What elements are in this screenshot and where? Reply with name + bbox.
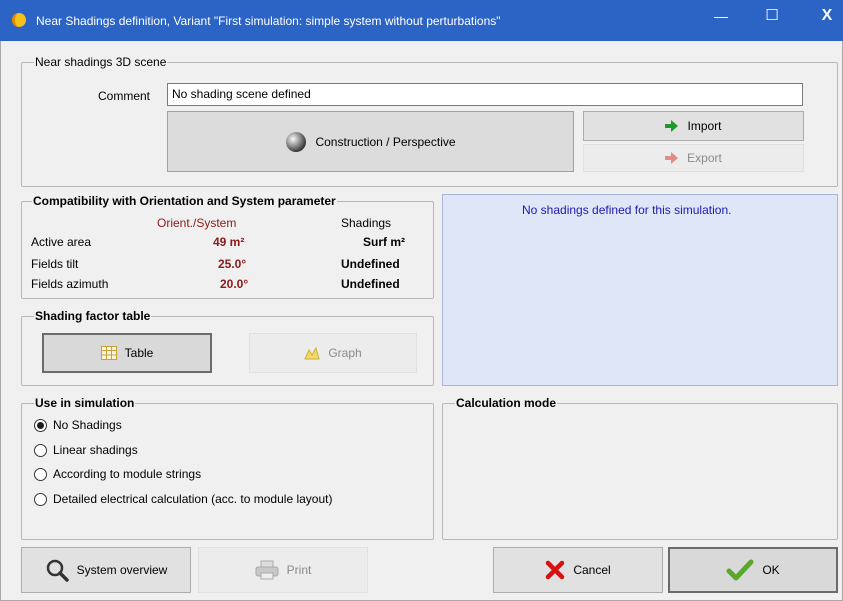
minimize-button[interactable]: — bbox=[704, 8, 738, 32]
dialog-body: Near shadings 3D scene Comment No shadin… bbox=[0, 41, 843, 601]
row-shadings-value: Undefined bbox=[341, 277, 400, 291]
compat-group: Compatibility with Orientation and Syste… bbox=[21, 194, 434, 299]
radio-module-strings[interactable]: According to module strings bbox=[34, 467, 201, 481]
radio-label: No Shadings bbox=[53, 418, 122, 432]
print-button[interactable]: Print bbox=[198, 547, 368, 593]
radio-label: Detailed electrical calculation (acc. to… bbox=[53, 492, 333, 506]
red-x-icon bbox=[546, 560, 565, 580]
radio-dot[interactable] bbox=[34, 418, 47, 432]
info-message: No shadings defined for this simulation. bbox=[522, 203, 732, 217]
radio-no-shadings[interactable]: No Shadings bbox=[34, 418, 122, 432]
col-orient-header: Orient./System bbox=[157, 216, 237, 230]
comment-input[interactable]: No shading scene defined bbox=[167, 83, 803, 106]
system-overview-label: System overview bbox=[76, 563, 168, 577]
graph-icon bbox=[304, 346, 320, 360]
calc-legend: Calculation mode bbox=[455, 396, 558, 410]
cancel-label: Cancel bbox=[573, 563, 611, 577]
export-label: Export bbox=[687, 151, 722, 165]
row-label: Active area bbox=[31, 235, 92, 249]
table-button[interactable]: Table bbox=[42, 333, 212, 373]
import-arrow-icon bbox=[665, 120, 679, 132]
construction-perspective-button[interactable]: Construction / Perspective bbox=[167, 111, 574, 172]
title-bar: Near Shadings definition, Variant "First… bbox=[0, 0, 843, 41]
row-shadings-value: Surf m² bbox=[363, 235, 405, 249]
sft-legend: Shading factor table bbox=[34, 309, 152, 323]
print-label: Print bbox=[286, 563, 312, 577]
row-orient-value: 25.0° bbox=[218, 257, 247, 271]
ok-label: OK bbox=[762, 563, 780, 577]
radio-dot[interactable] bbox=[34, 492, 47, 506]
import-label: Import bbox=[687, 119, 722, 133]
radio-label: According to module strings bbox=[53, 467, 202, 481]
graph-button[interactable]: Graph bbox=[249, 333, 417, 373]
calculation-mode-group: Calculation mode bbox=[442, 396, 838, 540]
col-shadings-header: Shadings bbox=[341, 216, 392, 230]
comment-label: Comment bbox=[98, 89, 151, 103]
radio-dot[interactable] bbox=[34, 443, 47, 457]
radio-linear-shadings[interactable]: Linear shadings bbox=[34, 443, 138, 457]
sphere-icon bbox=[286, 131, 307, 152]
export-arrow-icon bbox=[665, 152, 679, 164]
row-label: Fields azimuth bbox=[31, 277, 109, 291]
cancel-button[interactable]: Cancel bbox=[493, 547, 663, 593]
system-overview-button[interactable]: System overview bbox=[21, 547, 191, 593]
close-button[interactable]: X bbox=[810, 7, 843, 31]
radio-dot[interactable] bbox=[34, 467, 47, 481]
green-check-icon bbox=[726, 559, 754, 581]
app-sun-icon bbox=[12, 13, 26, 27]
use-in-simulation-group: Use in simulation No Shadings Linear sha… bbox=[21, 396, 434, 540]
sft-group: Shading factor table Table Graph bbox=[21, 309, 434, 386]
radio-detailed-electrical[interactable]: Detailed electrical calculation (acc. to… bbox=[34, 492, 332, 506]
printer-icon bbox=[255, 560, 279, 580]
maximize-button[interactable]: ☐ bbox=[755, 6, 789, 30]
table-label: Table bbox=[124, 346, 154, 360]
magnifier-icon bbox=[46, 559, 69, 582]
construction-label: Construction / Perspective bbox=[315, 134, 456, 149]
table-grid-icon bbox=[100, 346, 117, 360]
window-title: Near Shadings definition, Variant "First… bbox=[36, 14, 501, 28]
row-shadings-value: Undefined bbox=[341, 257, 400, 271]
graph-label: Graph bbox=[328, 346, 362, 360]
scene-legend: Near shadings 3D scene bbox=[34, 55, 168, 69]
shadings-info-panel: No shadings defined for this simulation. bbox=[442, 194, 838, 386]
ok-button[interactable]: OK bbox=[668, 547, 838, 593]
export-button[interactable]: Export bbox=[583, 144, 804, 172]
compat-legend: Compatibility with Orientation and Syste… bbox=[32, 194, 337, 208]
scene-group: Near shadings 3D scene Comment No shadin… bbox=[21, 55, 838, 187]
row-orient-value: 49 m² bbox=[213, 235, 245, 249]
import-button[interactable]: Import bbox=[583, 111, 804, 141]
use-legend: Use in simulation bbox=[34, 396, 136, 410]
radio-label: Linear shadings bbox=[53, 443, 138, 457]
row-label: Fields tilt bbox=[31, 257, 79, 271]
row-orient-value: 20.0° bbox=[220, 277, 249, 291]
